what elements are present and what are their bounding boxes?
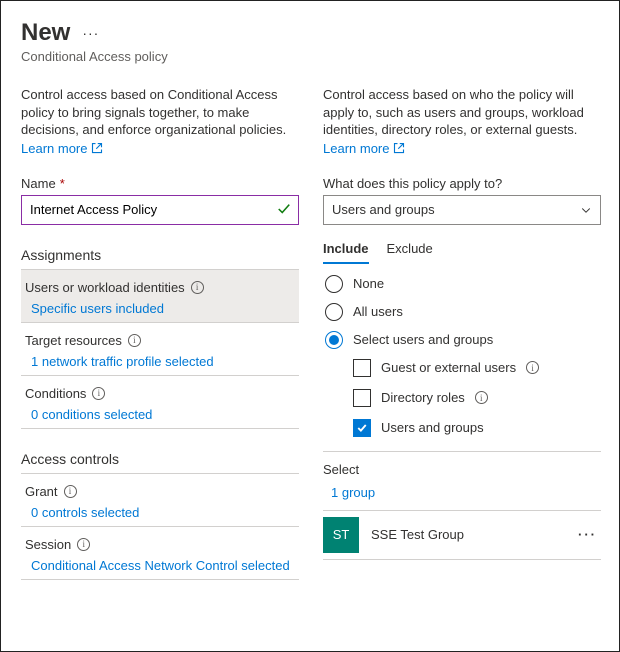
session-label: Session — [25, 537, 71, 552]
chevron-down-icon — [580, 204, 592, 216]
policy-name-input[interactable] — [21, 195, 299, 225]
radio-icon — [325, 303, 343, 321]
overflow-menu-icon[interactable]: ··· — [82, 25, 99, 41]
right-panel: Control access based on who the policy w… — [323, 86, 601, 580]
page-title: New — [21, 19, 70, 47]
check-directory-roles[interactable]: Directory roles i — [353, 389, 601, 407]
radio-none-label: None — [353, 276, 384, 291]
info-icon[interactable]: i — [128, 334, 141, 347]
external-link-icon — [91, 142, 103, 154]
radio-select-label: Select users and groups — [353, 332, 493, 347]
apply-to-select[interactable]: Users and groups — [323, 195, 601, 225]
validation-check-icon — [277, 202, 291, 216]
target-resources-label: Target resources — [25, 333, 122, 348]
apply-to-value: Users and groups — [332, 202, 435, 217]
check-roles-label: Directory roles — [381, 390, 465, 405]
divider — [21, 579, 299, 580]
learn-more-label: Learn more — [323, 141, 389, 156]
learn-more-label: Learn more — [21, 141, 87, 156]
learn-more-link-right[interactable]: Learn more — [323, 141, 405, 156]
left-panel: Control access based on Conditional Acce… — [21, 86, 299, 580]
check-users-groups[interactable]: Users and groups — [353, 419, 601, 437]
radio-icon — [325, 331, 343, 349]
left-description: Control access based on Conditional Acce… — [21, 86, 299, 139]
radio-select-users[interactable]: Select users and groups — [325, 331, 601, 349]
group-name: SSE Test Group — [371, 527, 562, 542]
group-more-icon[interactable]: ··· — [574, 527, 601, 542]
users-workload-row[interactable]: Users or workload identities i Specific … — [21, 270, 299, 322]
check-guest-label: Guest or external users — [381, 360, 516, 375]
info-icon[interactable]: i — [191, 281, 204, 294]
divider — [323, 559, 601, 560]
select-heading: Select — [323, 462, 601, 477]
info-icon[interactable]: i — [526, 361, 539, 374]
info-icon[interactable]: i — [475, 391, 488, 404]
checkbox-icon — [353, 359, 371, 377]
checkbox-icon — [353, 419, 371, 437]
session-value[interactable]: Conditional Access Network Control selec… — [25, 558, 293, 573]
tab-include[interactable]: Include — [323, 237, 369, 264]
info-icon[interactable]: i — [92, 387, 105, 400]
check-guest-external[interactable]: Guest or external users i — [353, 359, 601, 377]
tab-exclude[interactable]: Exclude — [387, 237, 433, 264]
radio-none[interactable]: None — [325, 275, 601, 293]
radio-all-label: All users — [353, 304, 403, 319]
grant-value[interactable]: 0 controls selected — [25, 505, 293, 520]
page-subtitle: Conditional Access policy — [21, 49, 601, 64]
name-field-label: Name* — [21, 176, 299, 191]
conditions-row[interactable]: Conditions i 0 conditions selected — [21, 376, 299, 428]
users-workload-value[interactable]: Specific users included — [25, 301, 293, 316]
target-resources-value[interactable]: 1 network traffic profile selected — [25, 354, 293, 369]
info-icon[interactable]: i — [64, 485, 77, 498]
check-users-label: Users and groups — [381, 420, 484, 435]
radio-all-users[interactable]: All users — [325, 303, 601, 321]
target-resources-row[interactable]: Target resources i 1 network traffic pro… — [21, 323, 299, 375]
checkbox-icon — [353, 389, 371, 407]
right-description: Control access based on who the policy w… — [323, 86, 601, 139]
session-row[interactable]: Session i Conditional Access Network Con… — [21, 527, 299, 579]
include-exclude-tabs: Include Exclude — [323, 237, 601, 265]
conditions-value[interactable]: 0 conditions selected — [25, 407, 293, 422]
radio-icon — [325, 275, 343, 293]
access-controls-heading: Access controls — [21, 451, 299, 467]
selected-group-row[interactable]: ST SSE Test Group ··· — [323, 511, 601, 559]
users-workload-label: Users or workload identities — [25, 280, 185, 295]
external-link-icon — [393, 142, 405, 154]
grant-label: Grant — [25, 484, 58, 499]
assignments-heading: Assignments — [21, 247, 299, 263]
conditions-label: Conditions — [25, 386, 86, 401]
grant-row[interactable]: Grant i 0 controls selected — [21, 474, 299, 526]
select-groups-link[interactable]: 1 group — [331, 485, 601, 500]
group-avatar: ST — [323, 517, 359, 553]
info-icon[interactable]: i — [77, 538, 90, 551]
learn-more-link-left[interactable]: Learn more — [21, 141, 103, 156]
divider — [323, 451, 601, 452]
divider — [21, 428, 299, 429]
apply-to-label: What does this policy apply to? — [323, 176, 601, 191]
